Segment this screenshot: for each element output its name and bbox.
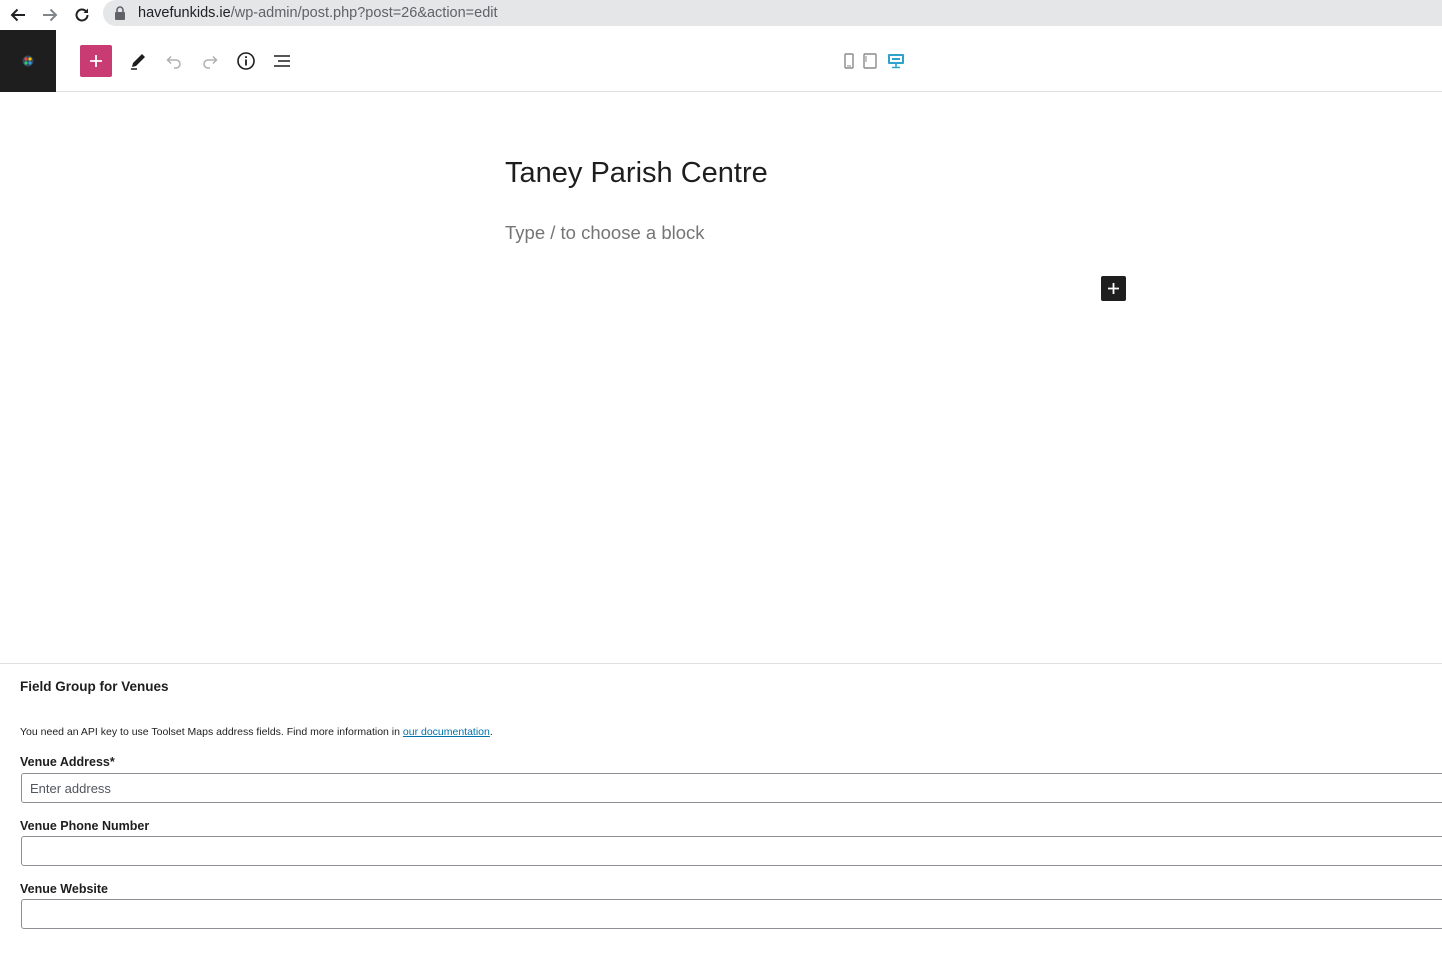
tablet-icon [863,53,877,69]
tools-button[interactable] [126,49,150,73]
desktop-icon [888,54,904,69]
reload-icon [75,8,89,22]
url-domain: havefunkids.ie [138,5,231,21]
details-button[interactable] [234,49,258,73]
list-view-button[interactable] [270,49,294,73]
editor-header [0,30,1442,92]
venue-address-input[interactable] [21,773,1442,803]
notice-suffix: . [489,726,493,738]
plus-icon [1108,283,1119,294]
arrow-right-icon [43,8,58,22]
api-key-notice: You need an API key to use Toolset Maps … [20,726,493,738]
desktop-preview-button[interactable] [886,52,906,70]
field-group-metabox: Field Group for Venues You need an API k… [0,663,1442,961]
block-placeholder[interactable]: Type / to choose a block [505,221,705,245]
url-path: /wp-admin/post.php?post=26&action=edit [230,5,498,21]
venue-phone-input[interactable] [21,836,1442,866]
arrow-left-icon [10,8,25,22]
documentation-link[interactable]: our documentation [403,726,490,738]
venue-address-label: Venue Address* [20,755,115,769]
venue-website-label: Venue Website [20,882,108,896]
notice-text: You need an API key to use Toolset Maps … [20,726,403,738]
list-view-icon [274,55,290,67]
metabox-title[interactable]: Field Group for Venues [20,679,169,694]
undo-icon [166,55,181,69]
browser-toolbar: havefunkids.ie/wp-admin/post.php?post=26… [0,0,1442,30]
redo-icon [203,55,218,69]
back-button[interactable] [6,3,30,27]
post-title[interactable]: Taney Parish Centre [505,154,768,192]
site-logo-button[interactable] [0,30,56,92]
undo-button[interactable] [162,49,186,73]
venue-website-input[interactable] [21,899,1442,929]
tablet-preview-button[interactable] [862,52,878,70]
venue-phone-label: Venue Phone Number [20,819,150,833]
reload-button[interactable] [70,3,94,27]
mobile-preview-button[interactable] [841,52,857,70]
plus-icon [90,55,102,67]
forward-button[interactable] [38,3,62,27]
site-logo-icon [22,55,34,67]
mobile-icon [844,53,854,69]
lock-icon [115,6,125,20]
redo-button[interactable] [198,49,222,73]
url-text[interactable]: havefunkids.ie/wp-admin/post.php?post=26… [138,4,498,22]
block-inserter-button[interactable] [80,45,112,77]
info-icon [237,52,255,70]
pencil-icon [131,54,145,70]
add-block-button[interactable] [1101,276,1126,301]
